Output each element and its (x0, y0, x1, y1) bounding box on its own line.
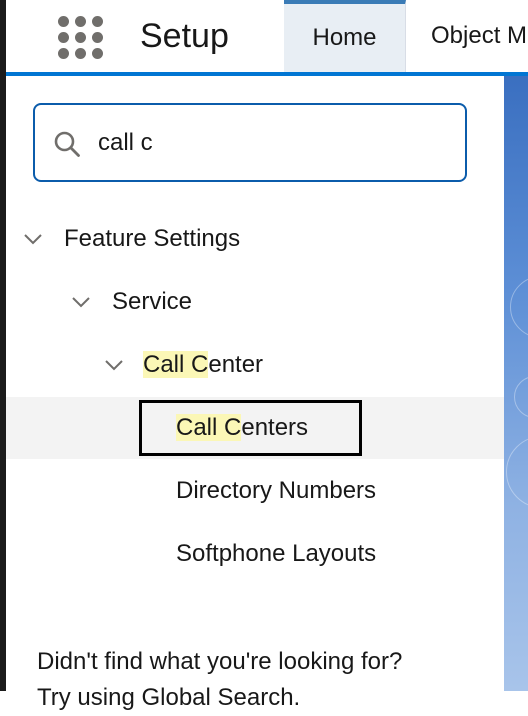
chevron-down-icon[interactable] (71, 292, 91, 312)
tree-item-label: Softphone Layouts (176, 540, 377, 567)
tree-item-directory-numbers[interactable]: Directory Numbers (6, 460, 504, 522)
chevron-down-icon[interactable] (23, 229, 43, 249)
search-match-highlight: Call C (143, 351, 209, 378)
tree-item-feature-settings[interactable]: Feature Settings (6, 208, 504, 270)
tab-home[interactable]: Home (284, 0, 406, 72)
label-rest: enter (208, 351, 264, 378)
tree-item-label: Call Centers (176, 397, 308, 459)
tree-item-label: Service (112, 288, 193, 315)
chevron-down-icon[interactable] (104, 355, 124, 375)
app-launcher-grid-icon[interactable] (50, 8, 110, 64)
search-icon (54, 131, 80, 157)
not-found-message: Didn't find what you're looking for? (37, 648, 403, 675)
tab-object-manager[interactable]: Object M (431, 0, 527, 72)
search-match-highlight: Call C (176, 414, 242, 441)
quick-find-input[interactable] (98, 121, 448, 165)
quick-find-search[interactable] (33, 103, 467, 182)
header-accent-bar (6, 72, 528, 76)
tree-item-softphone-layouts[interactable]: Softphone Layouts (6, 523, 504, 585)
tree-item-service[interactable]: Service (6, 271, 504, 333)
tree-item-label: Feature Settings (64, 225, 241, 252)
tree-item-label: Directory Numbers (176, 477, 377, 504)
tree-item-label: Call Center (143, 334, 263, 396)
tree-item-call-centers[interactable]: Call Centers (6, 397, 504, 459)
tree-item-call-center[interactable]: Call Center (6, 334, 504, 396)
label-rest: enters (241, 414, 309, 441)
page-title: Setup (140, 17, 229, 55)
global-search-link[interactable]: Try using Global Search. (37, 680, 300, 716)
background-decoration (504, 76, 528, 691)
